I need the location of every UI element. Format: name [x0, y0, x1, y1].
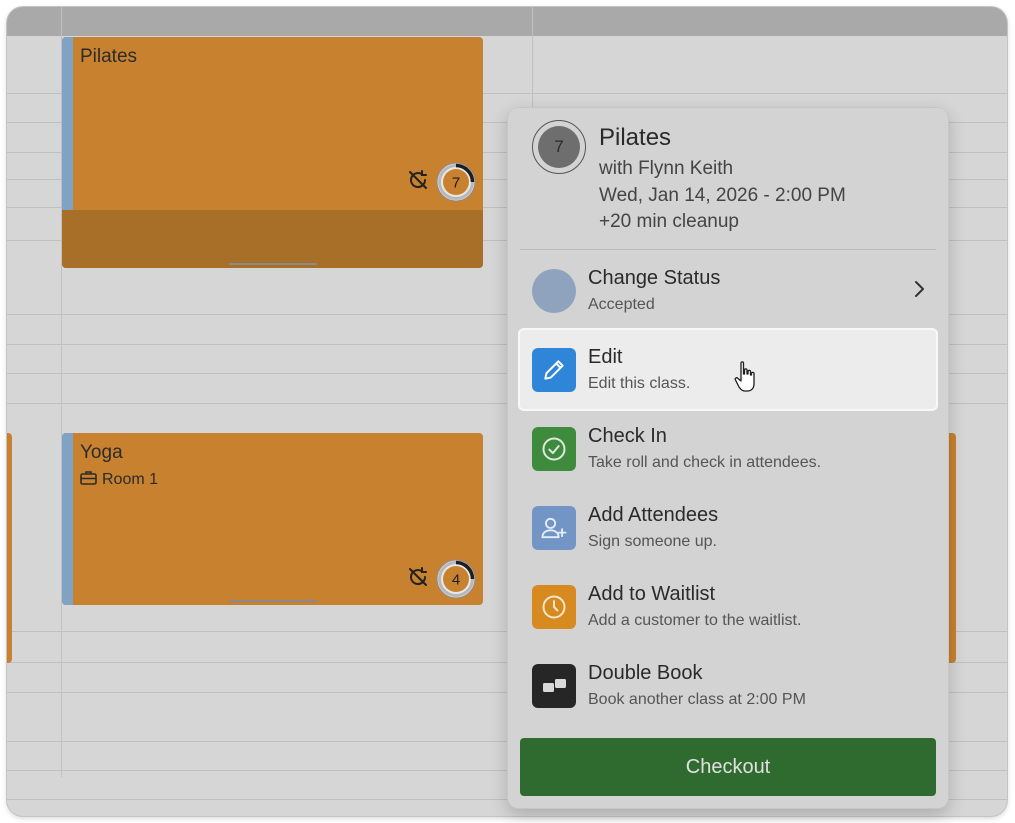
capacity-count: 4	[452, 572, 460, 589]
edit-label: Edit	[588, 346, 623, 368]
add-waitlist-description: Add a customer to the waitlist.	[588, 612, 802, 629]
add-user-icon	[532, 506, 576, 550]
add-attendees-item[interactable]: Add Attendees Sign someone up.	[520, 488, 936, 567]
event-card-pilates[interactable]: Pilates 7	[62, 37, 483, 268]
no-repeat-icon	[406, 565, 430, 594]
popup-divider	[520, 249, 936, 250]
double-book-icon	[532, 664, 576, 708]
grid-column-line	[532, 7, 533, 107]
check-in-description: Take roll and check in attendees.	[588, 454, 822, 471]
change-status-item[interactable]: Change Status Accepted	[520, 251, 936, 330]
resize-handle[interactable]	[228, 263, 317, 265]
popup-header: 7 Pilates with Flynn Keith Wed, Jan 14, …	[508, 108, 948, 250]
pencil-icon	[532, 348, 576, 392]
event-icons: 7	[406, 161, 477, 203]
popup-title: Pilates	[599, 124, 672, 151]
check-circle-icon	[532, 427, 576, 471]
checkout-button[interactable]: Checkout	[520, 738, 936, 796]
add-waitlist-label: Add to Waitlist	[588, 583, 716, 605]
change-status-label: Change Status	[588, 267, 721, 289]
add-attendees-description: Sign someone up.	[588, 533, 717, 550]
add-attendees-label: Add Attendees	[588, 504, 719, 526]
event-room: Room 1	[80, 470, 158, 490]
capacity-count: 7	[538, 126, 580, 168]
event-status-stripe	[62, 433, 73, 605]
capacity-ring-icon: 4	[435, 558, 477, 600]
event-title: Pilates	[80, 46, 138, 67]
double-book-label: Double Book	[588, 662, 703, 684]
event-actions-popup: 7 Pilates with Flynn Keith Wed, Jan 14, …	[508, 108, 948, 808]
hand-cursor-icon	[734, 360, 758, 399]
partial-event-left[interactable]	[7, 433, 12, 663]
cleanup-band	[62, 210, 483, 268]
capacity-badge: 7	[532, 120, 586, 174]
edit-description: Edit this class.	[588, 375, 691, 392]
edit-item[interactable]: Edit Edit this class.	[520, 330, 936, 409]
partial-event-right[interactable]	[947, 433, 956, 663]
event-title: Yoga	[80, 442, 123, 463]
chevron-right-icon	[912, 279, 926, 304]
popup-cleanup: +20 min cleanup	[599, 211, 739, 232]
status-circle-icon	[532, 269, 576, 313]
popup-datetime: Wed, Jan 14, 2026 - 2:00 PM	[599, 185, 846, 206]
check-in-label: Check In	[588, 425, 667, 447]
clock-icon	[532, 585, 576, 629]
event-card-yoga[interactable]: Yoga Room 1 4	[62, 433, 483, 605]
capacity-count: 7	[452, 175, 460, 192]
capacity-ring-icon: 7	[435, 161, 477, 203]
double-book-item[interactable]: Double Book Book another class at 2:00 P…	[520, 646, 936, 725]
change-status-value: Accepted	[588, 296, 655, 313]
popup-instructor: with Flynn Keith	[599, 158, 734, 179]
resize-handle[interactable]	[228, 600, 317, 602]
no-repeat-icon	[406, 168, 430, 197]
check-in-item[interactable]: Check In Take roll and check in attendee…	[520, 409, 936, 488]
double-book-description: Book another class at 2:00 PM	[588, 691, 806, 708]
add-waitlist-item[interactable]: Add to Waitlist Add a customer to the wa…	[520, 567, 936, 646]
event-icons: 4	[406, 558, 477, 600]
event-room-label: Room 1	[102, 471, 159, 488]
calendar-header-band	[7, 7, 1007, 36]
briefcase-icon	[80, 470, 97, 490]
